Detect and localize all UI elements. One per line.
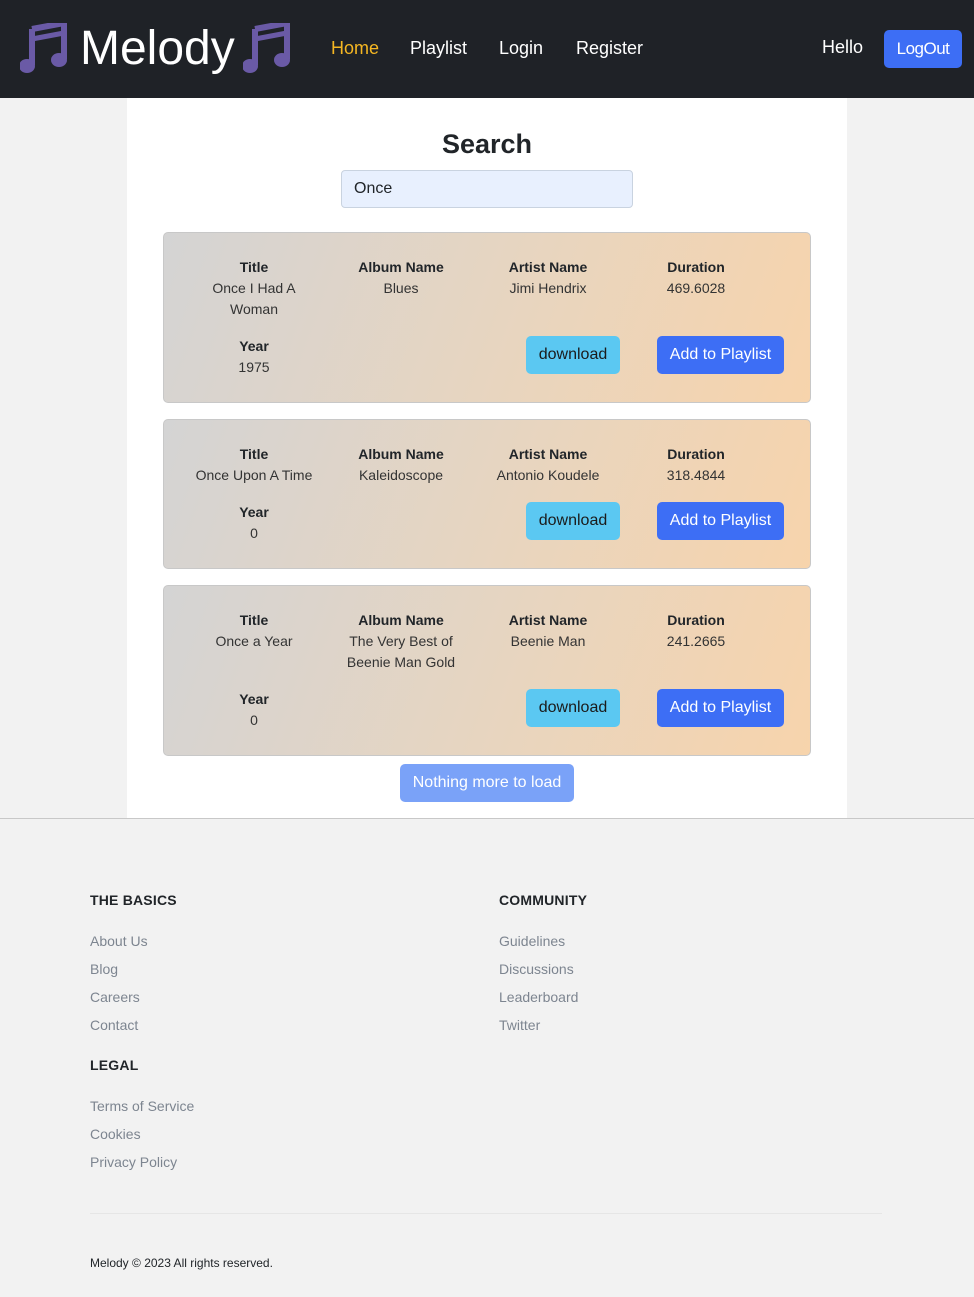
footer-link-leaderboard[interactable]: Leaderboard bbox=[499, 989, 578, 1005]
greeting-text: Hello bbox=[822, 37, 864, 57]
year-label: Year bbox=[239, 504, 269, 520]
album-name: Blues bbox=[383, 280, 419, 296]
footer-link-terms[interactable]: Terms of Service bbox=[90, 1098, 194, 1114]
title-label: Title bbox=[239, 446, 269, 462]
footer-separator bbox=[90, 1213, 882, 1214]
duration-label: Duration bbox=[667, 446, 725, 462]
artist-name: Beenie Man bbox=[510, 633, 586, 649]
song-title: Once Upon A Time bbox=[195, 467, 313, 483]
brand-logo[interactable]: Melody bbox=[20, 18, 293, 80]
year-value: 0 bbox=[250, 712, 258, 728]
copyright-text: Melody © 2023 All rights reserved. bbox=[90, 1256, 273, 1270]
download-button[interactable]: download bbox=[526, 502, 620, 540]
album-cell: Album Name Kaleidoscope bbox=[333, 444, 469, 486]
artist-cell: Artist Name Beenie Man bbox=[480, 610, 616, 652]
main-panel: Search Title Once I Had A Woman Album Na… bbox=[127, 98, 847, 818]
album-label: Album Name bbox=[358, 259, 444, 275]
album-label: Album Name bbox=[358, 446, 444, 462]
song-title-cell: Title Once a Year bbox=[186, 610, 322, 652]
year-label: Year bbox=[239, 691, 269, 707]
music-note-icon bbox=[20, 23, 67, 73]
artist-cell: Artist Name Jimi Hendrix bbox=[480, 257, 616, 299]
artist-label: Artist Name bbox=[508, 259, 588, 275]
footer-link-privacy[interactable]: Privacy Policy bbox=[90, 1154, 177, 1170]
footer-divider bbox=[0, 818, 974, 819]
year-cell: Year 0 bbox=[186, 502, 322, 544]
year-cell: Year 1975 bbox=[186, 336, 322, 378]
album-name: Kaleidoscope bbox=[358, 467, 444, 483]
duration-value: 318.4844 bbox=[666, 467, 726, 483]
song-card: Title Once Upon A Time Album Name Kaleid… bbox=[163, 419, 811, 569]
footer-link-guidelines[interactable]: Guidelines bbox=[499, 933, 565, 949]
duration-value: 469.6028 bbox=[666, 280, 726, 296]
title-label: Title bbox=[239, 259, 269, 275]
footer-link-twitter[interactable]: Twitter bbox=[499, 1017, 540, 1033]
footer-link-contact[interactable]: Contact bbox=[90, 1017, 138, 1033]
year-label: Year bbox=[239, 338, 269, 354]
album-label: Album Name bbox=[358, 612, 444, 628]
album-cell: Album Name The Very Best of Beenie Man G… bbox=[333, 610, 469, 673]
nav-link-register[interactable]: Register bbox=[576, 38, 643, 59]
logout-button[interactable]: LogOut bbox=[884, 30, 962, 68]
duration-label: Duration bbox=[667, 259, 725, 275]
footer-heading-legal: LEGAL bbox=[90, 1057, 139, 1073]
add-to-playlist-button[interactable]: Add to Playlist bbox=[657, 502, 784, 540]
footer-link-careers[interactable]: Careers bbox=[90, 989, 140, 1005]
duration-label: Duration bbox=[667, 612, 725, 628]
footer-link-about-us[interactable]: About Us bbox=[90, 933, 148, 949]
download-button[interactable]: download bbox=[526, 689, 620, 727]
artist-name: Jimi Hendrix bbox=[509, 280, 587, 296]
footer-link-blog[interactable]: Blog bbox=[90, 961, 118, 977]
music-note-icon bbox=[242, 23, 290, 73]
search-input[interactable] bbox=[341, 170, 633, 208]
duration-cell: Duration 318.4844 bbox=[628, 444, 764, 486]
footer-heading-community: COMMUNITY bbox=[499, 892, 588, 908]
artist-name: Antonio Koudele bbox=[496, 467, 600, 483]
footer-link-cookies[interactable]: Cookies bbox=[90, 1126, 141, 1142]
nav-link-playlist[interactable]: Playlist bbox=[410, 38, 467, 59]
song-card: Title Once a Year Album Name The Very Be… bbox=[163, 585, 811, 756]
song-title-cell: Title Once Upon A Time bbox=[186, 444, 322, 486]
brand-name: Melody bbox=[80, 22, 235, 75]
album-cell: Album Name Blues bbox=[333, 257, 469, 299]
artist-label: Artist Name bbox=[508, 612, 588, 628]
footer-link-discussions[interactable]: Discussions bbox=[499, 961, 574, 977]
footer-heading-basics: THE BASICS bbox=[90, 892, 177, 908]
add-to-playlist-button[interactable]: Add to Playlist bbox=[657, 689, 784, 727]
song-title: Once I Had A Woman bbox=[212, 280, 296, 317]
download-button[interactable]: download bbox=[526, 336, 620, 374]
album-name: The Very Best of Beenie Man Gold bbox=[346, 633, 456, 670]
nav-link-home[interactable]: Home bbox=[331, 38, 379, 59]
year-value: 0 bbox=[250, 525, 258, 541]
nav-link-login[interactable]: Login bbox=[499, 38, 543, 59]
duration-value: 241.2665 bbox=[666, 633, 726, 649]
year-cell: Year 0 bbox=[186, 689, 322, 731]
song-title: Once a Year bbox=[215, 633, 293, 649]
duration-cell: Duration 469.6028 bbox=[628, 257, 764, 299]
song-card: Title Once I Had A Woman Album Name Blue… bbox=[163, 232, 811, 403]
load-more-button[interactable]: Nothing more to load bbox=[400, 764, 574, 802]
add-to-playlist-button[interactable]: Add to Playlist bbox=[657, 336, 784, 374]
duration-cell: Duration 241.2665 bbox=[628, 610, 764, 652]
title-label: Title bbox=[239, 612, 269, 628]
artist-label: Artist Name bbox=[508, 446, 588, 462]
search-title: Search bbox=[441, 129, 533, 159]
artist-cell: Artist Name Antonio Koudele bbox=[480, 444, 616, 486]
navbar: Melody Home Playlist Login Register Hell… bbox=[0, 0, 974, 98]
song-title-cell: Title Once I Had A Woman bbox=[186, 257, 322, 320]
year-value: 1975 bbox=[238, 359, 270, 375]
